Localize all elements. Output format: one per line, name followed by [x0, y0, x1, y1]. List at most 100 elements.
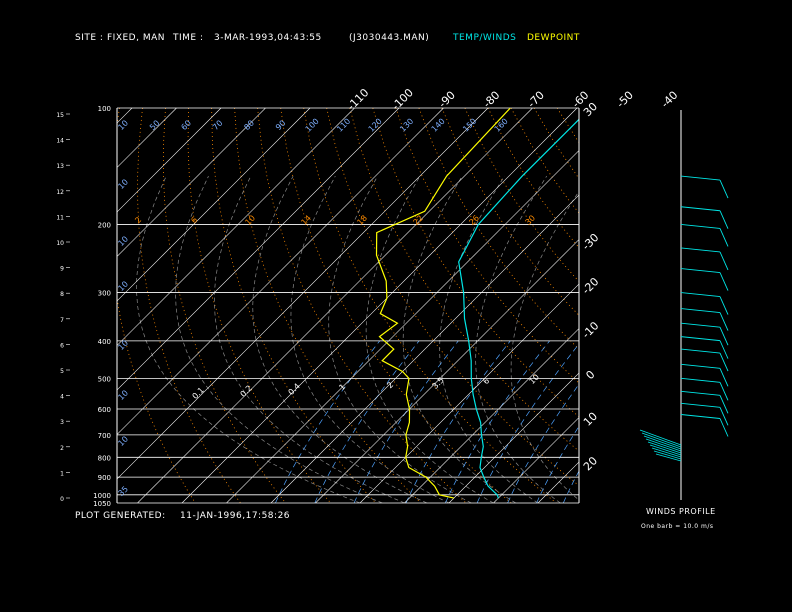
dry-adiabat	[187, 108, 332, 503]
wind-barb	[680, 414, 721, 419]
inner-label: 70	[211, 118, 225, 132]
top-temp-label: -50	[614, 89, 636, 111]
isotherm	[181, 108, 578, 503]
top-temp-label: -70	[525, 89, 547, 111]
top-temp-label: -110	[345, 86, 372, 113]
inner-label: 160	[493, 117, 510, 134]
height-tick-label: 7	[60, 317, 64, 324]
mixing-ratio-line	[476, 343, 579, 503]
inner-label: 0.4	[287, 382, 302, 397]
right-temp-label: 10	[581, 410, 600, 429]
dry-adiabat	[211, 108, 377, 503]
wind-barb-flag	[719, 312, 729, 331]
pressure-tick-label: 500	[98, 375, 111, 383]
height-tick-label: 8	[60, 291, 64, 298]
left-inner-label: 10	[116, 234, 130, 248]
top-temp-label: -90	[436, 89, 458, 111]
wind-barb	[680, 268, 721, 273]
wind-barb	[680, 292, 721, 298]
inner-label: 18	[355, 213, 369, 227]
wind-barb	[680, 363, 721, 369]
dry-adiabat	[280, 108, 512, 503]
dry-adiabat	[234, 108, 422, 503]
left-inner-label: 10	[116, 177, 130, 191]
isotherm	[672, 108, 792, 503]
dry-adiabat	[695, 108, 792, 503]
isotherm	[583, 108, 792, 503]
wind-barb-low	[649, 444, 682, 456]
height-tick-label: 5	[60, 368, 64, 375]
left-inner-label: 35	[116, 484, 130, 498]
pressure-tick-label: 800	[98, 454, 111, 462]
inner-label: 2	[133, 215, 143, 225]
inner-label: 10	[116, 118, 130, 132]
isotherm	[117, 108, 133, 124]
pressure-tick-label: 100	[98, 105, 111, 113]
wind-barb-low	[653, 450, 682, 460]
height-tick-label: 4	[60, 394, 64, 401]
right-temp-label: 0	[583, 368, 597, 382]
dry-adiabat	[672, 108, 792, 503]
wind-barb	[680, 223, 721, 229]
skew-t-chart: 10 50 60 70 80 90 100 110 120 130 140 150 1602 6 10 14 1…	[56, 86, 792, 508]
inner-label: 0.1	[191, 386, 206, 401]
wind-barb	[680, 247, 721, 253]
inner-label: 3.5	[431, 376, 446, 391]
right-temp-label: -10	[580, 319, 602, 341]
inner-label: 100	[304, 117, 321, 134]
wind-barb	[680, 336, 721, 342]
height-tick-label: 11	[56, 214, 64, 221]
top-temp-label: -40	[659, 89, 681, 111]
dry-adiabat	[303, 108, 557, 503]
pressure-tick-label: 600	[98, 406, 111, 414]
height-tick-label: 10	[56, 240, 64, 247]
height-tick-label: 15	[56, 112, 64, 119]
mixing-ratio-line	[586, 341, 690, 503]
isotherm	[117, 108, 266, 257]
moist-adiabat	[510, 190, 579, 501]
wind-barb	[680, 206, 721, 212]
dry-adiabat	[162, 108, 286, 503]
wind-barb-flag	[719, 251, 729, 271]
height-tick-label: 14	[56, 138, 64, 145]
moist-adiabat	[290, 175, 450, 503]
isotherm	[493, 417, 579, 503]
inner-label: 50	[148, 118, 162, 132]
moist-adiabat	[328, 175, 472, 503]
pressure-tick-label: 1000	[93, 492, 111, 500]
height-tick-label: 0	[60, 496, 64, 503]
isotherm	[627, 108, 792, 503]
dry-adiabat	[649, 108, 792, 503]
wind-barb-flag	[719, 210, 729, 229]
top-temp-label: -80	[481, 89, 503, 111]
wind-barb-flag	[719, 368, 729, 387]
inner-label: 150	[461, 117, 478, 134]
height-tick-label: 9	[60, 266, 64, 273]
isotherm	[117, 108, 177, 168]
dry-adiabat	[603, 108, 792, 503]
dry-adiabat	[257, 108, 467, 503]
isotherm	[226, 150, 579, 503]
height-tick-label: 13	[56, 163, 64, 170]
isotherm	[117, 108, 355, 346]
wind-barb-flag	[719, 296, 729, 315]
pressure-tick-label: 200	[98, 221, 111, 229]
isotherm	[137, 108, 533, 503]
left-inner-label: 10	[116, 279, 130, 293]
dry-adiabat	[441, 108, 579, 316]
pressure-tick-label: 700	[98, 432, 111, 440]
inner-label: 130	[398, 117, 415, 134]
dry-adiabat	[533, 108, 579, 179]
wind-barb	[680, 402, 721, 408]
wind-barb	[680, 390, 721, 396]
inner-label: 10	[243, 213, 257, 227]
pressure-tick-label: 300	[98, 290, 111, 298]
isotherm	[117, 108, 311, 302]
isotherm	[404, 328, 579, 503]
wind-barb-low	[639, 429, 682, 446]
dry-adiabat	[395, 108, 579, 384]
left-inner-label: 10	[116, 434, 130, 448]
isotherm	[117, 108, 222, 213]
inner-label: 22	[411, 213, 425, 227]
inner-label: 0.2	[239, 384, 254, 399]
